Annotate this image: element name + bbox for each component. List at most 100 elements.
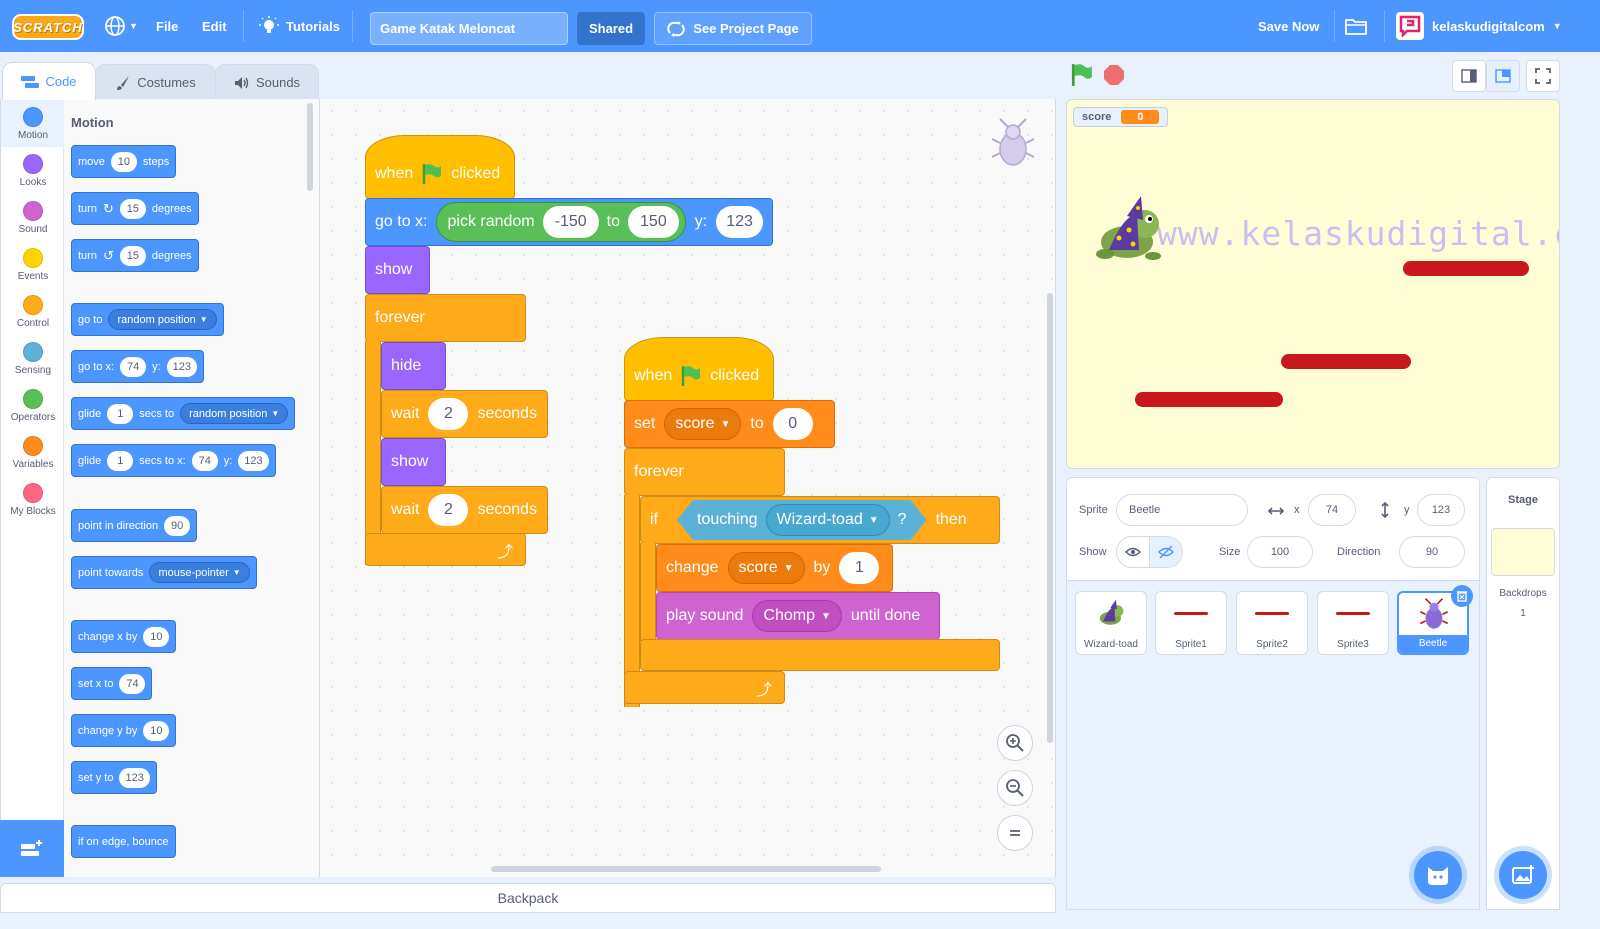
block-hide[interactable]: hide — [381, 342, 446, 390]
category-control[interactable]: Control — [1, 287, 65, 335]
backpack[interactable]: Backpack — [0, 883, 1056, 913]
block-go-to-xy[interactable]: go to x: pick random -150 to 150 y: 123 — [365, 198, 773, 246]
block-input[interactable]: 15 — [119, 198, 146, 219]
my-stuff-button[interactable] — [1344, 0, 1368, 52]
block-input[interactable]: 74 — [119, 673, 146, 694]
sprite-tile-sprite2[interactable]: Sprite2 — [1236, 591, 1308, 655]
stage-canvas[interactable]: score 0 www.kelaskudigital.com — [1066, 99, 1560, 469]
block-show[interactable]: show — [365, 246, 430, 294]
zoom-reset-button[interactable] — [997, 815, 1033, 851]
stop-button[interactable] — [1104, 65, 1124, 85]
delete-sprite-button[interactable] — [1451, 585, 1473, 607]
file-menu[interactable]: File — [156, 0, 178, 52]
block-input[interactable]: 2 — [428, 398, 469, 430]
tutorials-button[interactable]: Tutorials — [259, 0, 340, 52]
block-input[interactable]: 15 — [119, 245, 146, 266]
block-glide-to[interactable]: glide 1 secs to random position ▼ — [71, 397, 296, 430]
tab-sounds[interactable]: Sounds — [215, 64, 319, 100]
sprite-tile-wizard-toad[interactable]: Wizard-toad — [1075, 591, 1147, 655]
block-input[interactable]: 123 — [119, 767, 150, 788]
category-my-blocks[interactable]: My Blocks — [1, 475, 65, 523]
category-sensing[interactable]: Sensing — [1, 334, 65, 382]
touching-dropdown[interactable]: Wizard-toad ▼ — [766, 504, 890, 536]
block-go-to[interactable]: go to random position ▼ — [71, 303, 224, 336]
large-stage-button[interactable] — [1486, 60, 1520, 92]
variable-dropdown[interactable]: score ▼ — [664, 408, 742, 440]
block-move-steps[interactable]: move 10 steps — [71, 145, 177, 178]
wizard-toad-sprite[interactable] — [1093, 192, 1169, 266]
backdrop-thumbnail[interactable] — [1491, 528, 1555, 576]
block-pick-random[interactable]: pick random -150 to 150 — [436, 202, 686, 242]
palette-scrollbar[interactable] — [307, 103, 313, 191]
stage-target-panel[interactable]: Stage Backdrops 1 — [1486, 477, 1560, 910]
block-point-towards[interactable]: point towards mouse-pointer ▼ — [71, 556, 257, 589]
block-input[interactable]: 10 — [143, 626, 170, 647]
block-forever[interactable]: forever — [624, 448, 785, 496]
y-input[interactable]: 123 — [1417, 494, 1465, 526]
block-input[interactable]: 123 — [166, 356, 197, 377]
block-glide-to-xy[interactable]: glide 1 secs to x: 74 y: 123 — [71, 444, 276, 477]
account-menu[interactable]: kelaskudigitalcom ▼ — [1396, 0, 1562, 52]
block-bounce[interactable]: if on edge, bounce — [71, 825, 176, 858]
x-input[interactable]: 74 — [1308, 494, 1356, 526]
block-change-y[interactable]: change y by 10 — [71, 714, 177, 747]
platform-sprite[interactable] — [1281, 354, 1411, 369]
vertical-scrollbar[interactable] — [1047, 293, 1053, 743]
block-change-x[interactable]: change x by 10 — [71, 620, 177, 653]
zoom-out-button[interactable] — [997, 770, 1033, 806]
category-sound[interactable]: Sound — [1, 193, 65, 241]
choose-sprite-button[interactable] — [1414, 851, 1462, 899]
tab-costumes[interactable]: Costumes — [95, 64, 216, 100]
block-point-direction[interactable]: point in direction 90 — [71, 509, 198, 542]
tab-code[interactable]: Code — [2, 62, 96, 100]
horizontal-scrollbar[interactable] — [491, 866, 881, 872]
score-monitor[interactable]: score 0 — [1073, 107, 1169, 127]
block-show[interactable]: show — [381, 438, 446, 486]
block-input[interactable]: 123 — [716, 206, 763, 238]
block-input[interactable]: 74 — [120, 356, 147, 377]
category-operators[interactable]: Operators — [1, 381, 65, 429]
block-if-then[interactable]: if touching Wizard-toad ▼ ? then — [640, 496, 1000, 544]
block-forever[interactable]: forever — [365, 294, 526, 342]
block-when-flag-clicked[interactable]: when clicked — [624, 337, 774, 401]
add-extension-button[interactable] — [0, 820, 64, 877]
category-looks[interactable]: Looks — [1, 146, 65, 194]
show-visible-button[interactable] — [1116, 536, 1150, 568]
sprite-name-input[interactable]: Beetle — [1116, 494, 1248, 526]
block-wait[interactable]: wait 2 seconds — [381, 390, 548, 438]
block-turn-right[interactable]: turn ↻ 15 degrees — [71, 192, 199, 225]
block-play-sound[interactable]: play sound Chomp ▼ until done — [656, 592, 940, 640]
fullscreen-button[interactable] — [1526, 60, 1560, 92]
zoom-in-button[interactable] — [997, 725, 1033, 761]
block-input[interactable]: 0 — [772, 408, 813, 440]
block-input[interactable]: -150 — [542, 206, 599, 238]
block-input[interactable]: 74 — [191, 450, 218, 471]
block-touching[interactable]: touching Wizard-toad ▼ ? — [677, 500, 927, 540]
shared-button[interactable]: Shared — [577, 12, 645, 45]
block-input[interactable]: 1 — [839, 552, 880, 584]
category-motion[interactable]: Motion — [1, 99, 65, 147]
block-input[interactable]: 123 — [238, 450, 269, 471]
block-dropdown[interactable]: mouse-pointer ▼ — [149, 562, 250, 583]
green-flag-button[interactable] — [1070, 63, 1094, 92]
block-wait[interactable]: wait 2 seconds — [381, 486, 548, 534]
block-input[interactable]: 90 — [164, 515, 191, 536]
block-input[interactable]: 150 — [628, 206, 679, 238]
code-workspace[interactable]: when clicked go to x: pick random -150 t… — [320, 99, 1056, 877]
block-change-variable[interactable]: change score ▼ by 1 — [656, 544, 893, 592]
variable-dropdown[interactable]: score ▼ — [727, 552, 805, 584]
platform-sprite[interactable] — [1135, 392, 1283, 407]
block-input[interactable]: 10 — [110, 151, 137, 172]
block-dropdown[interactable]: random position ▼ — [180, 403, 289, 424]
small-stage-button[interactable] — [1452, 60, 1486, 92]
project-title-input[interactable]: Game Katak Meloncat — [370, 12, 568, 45]
show-hidden-button[interactable] — [1149, 536, 1183, 568]
category-variables[interactable]: Variables — [1, 428, 65, 476]
platform-sprite[interactable] — [1403, 261, 1529, 276]
direction-input[interactable]: 90 — [1399, 536, 1465, 568]
block-input[interactable]: 10 — [143, 720, 170, 741]
language-menu[interactable]: ▼ — [104, 0, 138, 52]
category-events[interactable]: Events — [1, 240, 65, 288]
edit-menu[interactable]: Edit — [202, 0, 227, 52]
sprite-tile-sprite1[interactable]: Sprite1 — [1155, 591, 1227, 655]
